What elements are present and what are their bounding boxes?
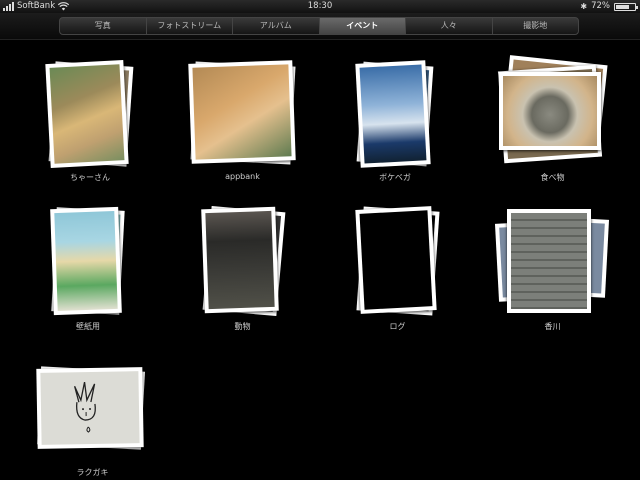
album-cover-photo: [355, 60, 431, 168]
album-cover-photo: [507, 209, 591, 313]
album-label: 壁紙用: [76, 322, 100, 331]
album-label: 香川: [544, 322, 561, 331]
battery-percent: 72%: [591, 1, 610, 11]
tab-photos[interactable]: 写真: [60, 18, 147, 34]
album-cover-photo: [355, 206, 437, 314]
carrier-label: SoftBank: [17, 1, 56, 11]
album-appbank[interactable]: appbank: [185, 58, 300, 188]
album-label: ログ: [389, 322, 406, 331]
album-label: 食べ物: [540, 173, 565, 182]
album-kabegami[interactable]: 壁紙用: [48, 205, 128, 335]
tab-places[interactable]: 撮影地: [493, 18, 579, 34]
doodle-drawing: [73, 381, 96, 433]
tab-people[interactable]: 人々: [406, 18, 493, 34]
album-chaasan[interactable]: ちゃーさん: [40, 58, 140, 188]
battery-icon: [614, 2, 638, 11]
album-log[interactable]: ログ: [350, 205, 445, 335]
tab-albums[interactable]: アルバム: [233, 18, 320, 34]
signal-icon: [3, 2, 14, 11]
bluetooth-icon: ✱: [580, 2, 588, 11]
album-bokebega[interactable]: ボケベガ: [350, 58, 440, 188]
album-cover-photo: [188, 60, 296, 164]
album-rakugaki[interactable]: ラクガキ: [35, 365, 150, 480]
status-bar: SoftBank 18:30 ✱ 72%: [0, 0, 640, 13]
tab-photostream[interactable]: フォトストリーム: [147, 18, 233, 34]
album-label: ちゃーさん: [70, 173, 110, 182]
album-label: 動物: [234, 322, 251, 331]
toolbar: 写真 フォトストリーム アルバム イベント 人々 撮影地: [0, 13, 640, 40]
album-cover-photo: [36, 367, 144, 449]
album-cover-photo: [499, 72, 601, 150]
album-tabemono[interactable]: 食べ物: [495, 55, 610, 188]
album-label: appbank: [225, 172, 260, 181]
tab-events[interactable]: イベント: [319, 18, 406, 34]
album-label: ラクガキ: [76, 468, 109, 477]
album-cover-photo: [45, 60, 129, 168]
clock: 18:30: [307, 1, 333, 11]
album-cover-photo: [201, 206, 279, 314]
album-cover-photo: [50, 206, 122, 316]
album-kagawa[interactable]: 香川: [494, 205, 610, 335]
wifi-icon: [58, 2, 70, 11]
album-doubutsu[interactable]: 動物: [195, 205, 290, 335]
segmented-control: 写真 フォトストリーム アルバム イベント 人々 撮影地: [59, 17, 579, 35]
album-label: ボケベガ: [379, 173, 411, 182]
